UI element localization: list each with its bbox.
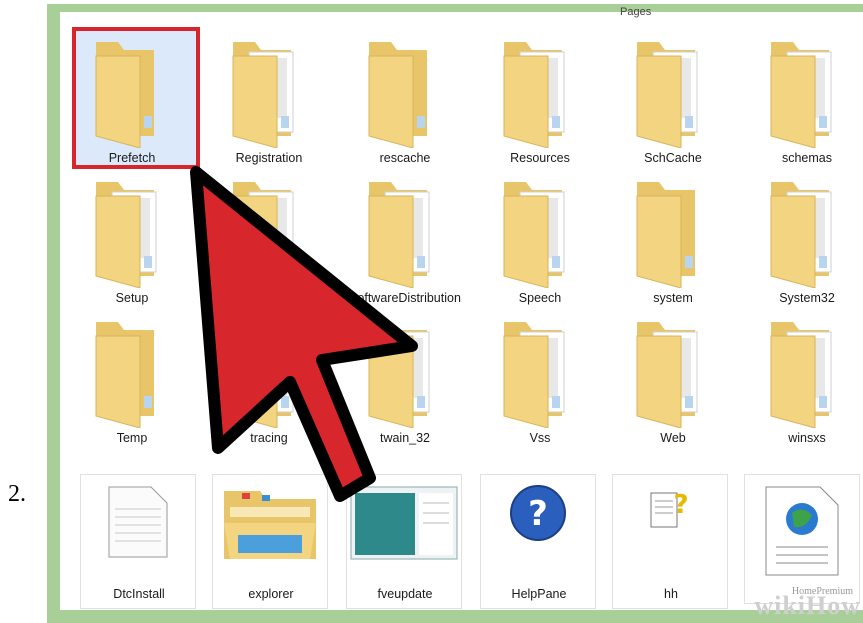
file-item[interactable] xyxy=(744,474,860,604)
help-question-icon: ? xyxy=(508,483,568,548)
folder-item[interactable]: Resources xyxy=(481,16,599,165)
folder-item[interactable]: winsxs xyxy=(748,296,863,445)
folder-item[interactable]: system xyxy=(614,156,732,305)
folder-item[interactable]: Prefetch xyxy=(73,16,191,165)
folder-item[interactable]: schemas xyxy=(748,16,863,165)
folder-item[interactable]: Setup xyxy=(73,156,191,305)
folder-item[interactable]: Registration xyxy=(210,16,328,165)
folder-item[interactable]: Vss xyxy=(481,296,599,445)
folder-item[interactable]: Speech xyxy=(481,156,599,305)
text-file-icon xyxy=(103,483,173,566)
web-document-icon xyxy=(762,483,842,584)
folder-label: Web xyxy=(660,431,686,445)
watermark-small-text: HomePremium xyxy=(791,586,853,597)
folder-item[interactable]: Web xyxy=(614,296,732,445)
red-arrow-pointer-icon xyxy=(190,166,418,502)
file-item[interactable]: ? hh xyxy=(612,474,728,609)
file-label: explorer xyxy=(248,587,294,601)
folder-label: Vss xyxy=(529,431,551,445)
wikihow-watermark: HomePremium wikiHow xyxy=(754,586,861,621)
file-label: fveupdate xyxy=(377,587,433,601)
step-number: 2. xyxy=(8,481,26,507)
folder-item[interactable]: Temp xyxy=(73,296,191,445)
file-label: HelpPane xyxy=(511,587,567,601)
file-item[interactable]: DtcInstall xyxy=(80,474,196,609)
folder-label: Temp xyxy=(116,431,148,445)
svg-text:?: ? xyxy=(673,490,688,520)
folder-item[interactable]: rescache xyxy=(346,16,464,165)
help-document-icon: ? xyxy=(645,483,695,538)
folder-item[interactable]: System32 xyxy=(748,156,863,305)
file-label: hh xyxy=(664,587,678,601)
file-item[interactable]: ? HelpPane xyxy=(480,474,596,609)
file-label: DtcInstall xyxy=(113,587,165,601)
folder-label: winsxs xyxy=(788,431,826,445)
svg-text:?: ? xyxy=(528,494,548,534)
folder-item[interactable]: SchCache xyxy=(614,16,732,165)
